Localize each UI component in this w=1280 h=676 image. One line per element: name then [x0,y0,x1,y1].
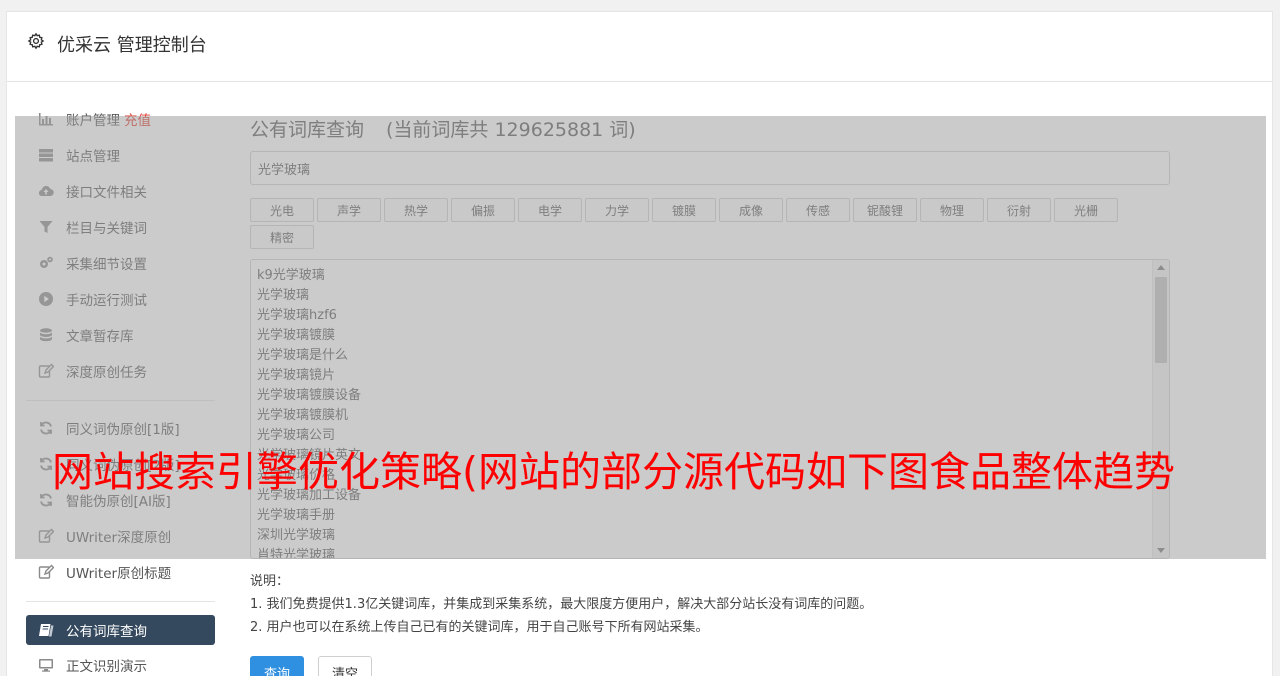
monitor-icon [37,657,55,673]
sidebar-item-label: 栏目与关键词 [66,221,147,237]
sidebar-item-label: UWriter深度原创 [66,530,172,546]
database-icon [37,327,55,343]
list-item: 光学玻璃镀膜机 [257,408,349,423]
sidebar-item-uwriter-title[interactable]: UWriter原创标题 [26,557,215,587]
list-item: 光学玻璃hzf6 [257,308,337,323]
sidebar-item-label: 深度原创任务 [66,365,147,381]
sidebar-item-public-lexicon[interactable]: 公有词库查询 [26,615,215,645]
sidebar-item-manual-run[interactable]: 手动运行测试 [26,284,215,314]
list-item: 肖特光学玻璃 [257,548,336,559]
filter-icon [37,219,55,235]
tag-button[interactable]: 成像 [719,198,783,222]
sidebar-item-columns-keywords[interactable]: 栏目与关键词 [26,212,215,242]
tag-button[interactable]: 声学 [317,198,381,222]
page-title-text: 公有词库查询 [250,119,365,141]
tag-button[interactable]: 传感 [786,198,850,222]
list-item: 深圳光学玻璃 [257,528,336,543]
sidebar-item-account[interactable]: 账户管理 充值 [26,104,215,134]
note-line: 1. 我们免费提供1.3亿关键词库，并集成到采集系统，最大限度方便用户，解决大部… [250,597,873,612]
list-item: 光学玻璃是什么 [257,348,349,363]
tag-button[interactable]: 精密 [250,225,314,249]
tag-button[interactable]: 力学 [585,198,649,222]
tag-button[interactable]: 偏振 [451,198,515,222]
page-title: 公有词库查询 (当前词库共 129625881 词) [250,115,636,142]
bar-chart-icon [37,111,55,127]
edit-icon [37,363,55,379]
tag-button[interactable]: 衍射 [987,198,1051,222]
sidebar-item-label: 正文识别演示 [66,659,147,675]
play-circle-icon [37,291,55,307]
sidebar-item-collect-settings[interactable]: 采集细节设置 [26,248,215,278]
sidebar-item-text-recognition[interactable]: 正文识别演示 [26,650,215,676]
keyword-results-list: k9光学玻璃 光学玻璃 光学玻璃hzf6 光学玻璃镀膜 光学玻璃是什么 光学玻璃… [257,266,362,559]
list-item: 光学玻璃 [257,288,310,303]
scroll-up-arrow-icon[interactable] [1157,265,1165,270]
sidebar-divider [26,400,215,401]
gear-icon [27,32,45,50]
sidebar-item-label: 公有词库查询 [66,624,147,640]
sidebar-item-uwriter-deep[interactable]: UWriter深度原创 [26,521,215,551]
lexicon-count: (当前词库共 129625881 词) [386,119,636,141]
refresh-icon [37,420,55,436]
book-icon [37,622,55,638]
keyword-search-input[interactable] [250,151,1170,185]
list-item: 光学玻璃手册 [257,508,336,523]
server-icon [37,147,55,163]
sidebar-item-label: UWriter原创标题 [66,566,172,582]
edit-icon [37,564,55,580]
list-item: k9光学玻璃 [257,268,325,283]
notes-title: 说明： [250,574,290,589]
overlay-headline: 网站搜索引擎优化策略(网站的部分源代码如下图食品整体趋势 [52,448,1175,496]
scrollbar-thumb[interactable] [1155,277,1167,363]
sidebar-divider [26,601,215,602]
list-item: 光学玻璃镜片 [257,368,336,383]
sidebar-item-label: 文章暂存库 [66,329,134,345]
sidebar-item-label: 接口文件相关 [66,185,147,201]
sidebar-item-interface-files[interactable]: 接口文件相关 [26,176,215,206]
recharge-link[interactable]: 充值 [124,109,151,129]
app-title: 优采云 管理控制台 [57,35,207,56]
edit-icon [37,528,55,544]
list-item: 光学玻璃镀膜 [257,328,336,343]
sidebar-item-article-store[interactable]: 文章暂存库 [26,320,215,350]
list-item: 光学玻璃镀膜设备 [257,388,362,403]
clear-button[interactable]: 清空 [318,656,372,676]
query-button[interactable]: 查询 [250,656,304,676]
cloud-upload-icon [37,183,55,199]
sidebar-item-label: 账户管理 [66,113,120,129]
top-header: 优采云 管理控制台 [6,11,1273,82]
tag-button[interactable]: 光电 [250,198,314,222]
tag-button[interactable]: 热学 [384,198,448,222]
sidebar-item-label: 站点管理 [66,149,120,165]
sidebar-item-label: 同义词伪原创[1版] [66,422,180,438]
keyword-results-box[interactable]: k9光学玻璃 光学玻璃 光学玻璃hzf6 光学玻璃镀膜 光学玻璃是什么 光学玻璃… [250,259,1170,559]
note-line: 2. 用户也可以在系统上传自己已有的关键词库，用于自己账号下所有网站采集。 [250,620,709,635]
scroll-down-arrow-icon[interactable] [1157,548,1165,553]
sidebar-item-label: 采集细节设置 [66,257,147,273]
tag-button[interactable]: 电学 [518,198,582,222]
sidebar-item-label: 手动运行测试 [66,293,147,309]
tag-button[interactable]: 镀膜 [652,198,716,222]
sidebar-item-deep-original[interactable]: 深度原创任务 [26,356,215,386]
sidebar-item-sites[interactable]: 站点管理 [26,140,215,170]
tag-button[interactable]: 铌酸锂 [853,198,917,222]
tag-button[interactable]: 物理 [920,198,984,222]
tag-button[interactable]: 光栅 [1054,198,1118,222]
results-scrollbar[interactable] [1152,260,1169,558]
gears-icon [37,255,55,271]
usage-notes: 说明： 1. 我们免费提供1.3亿关键词库，并集成到采集系统，最大限度方便用户，… [250,570,872,639]
